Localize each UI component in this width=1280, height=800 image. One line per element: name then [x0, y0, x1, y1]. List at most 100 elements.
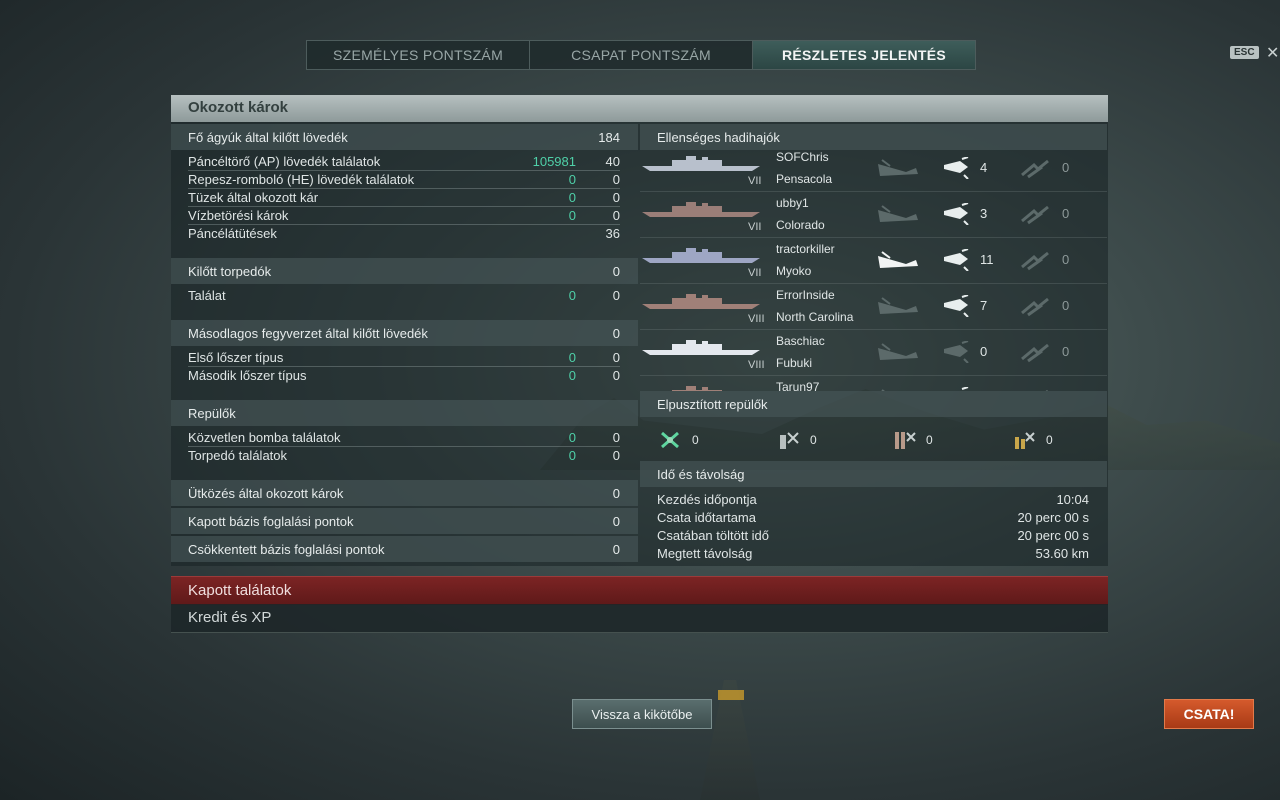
- sunk-ship-icon: [878, 251, 918, 268]
- stat-damage: 0: [568, 350, 576, 365]
- fighter-icon: [661, 431, 679, 449]
- enemy-ship-row[interactable]: Tarun97: [640, 377, 1107, 391]
- enemy-ships-title: Ellenséges hadihajók: [657, 130, 780, 145]
- fire-count: 0: [1062, 344, 1070, 359]
- close-icon[interactable]: ✕: [1266, 43, 1279, 63]
- ship-name: Colorado: [776, 218, 825, 232]
- fire-damage-icon: [1021, 159, 1049, 179]
- stat-value: 40: [605, 154, 620, 169]
- fire-count: 0: [1062, 298, 1070, 313]
- enemy-ship-row[interactable]: VIII ErrorInside North Carolina 7 0: [640, 285, 1107, 330]
- stat-label: Első lőszer típus: [188, 350, 284, 365]
- ship-name: Fubuki: [776, 356, 813, 370]
- stat-label: Repesz-romboló (HE) lövedék találatok: [188, 172, 415, 187]
- section-value: 0: [612, 264, 620, 279]
- stat-row: Vízbetörési károk 0 0: [171, 207, 638, 225]
- time-row: Csatában töltött idő 20 perc 00 s: [640, 527, 1107, 545]
- time-row: Megtett távolság 53.60 km: [640, 545, 1107, 563]
- fire-damage-icon: [1021, 251, 1049, 271]
- section-base-capture: Kapott bázis foglalási pontok 0: [171, 508, 638, 534]
- received-hits-section[interactable]: Kapott találatok: [171, 576, 1108, 605]
- report-tabs: SZEMÉLYES PONTSZÁM CSAPAT PONTSZÁM RÉSZL…: [306, 40, 976, 70]
- enemy-ship-row[interactable]: VII ubby1 Colorado 3 0: [640, 193, 1107, 238]
- battle-button[interactable]: CSATA!: [1164, 699, 1254, 729]
- section-value: 0: [612, 326, 620, 341]
- stat-damage: 105981: [532, 154, 576, 169]
- stat-damage: 0: [568, 368, 576, 383]
- ship-tier: VII: [748, 175, 762, 187]
- stat-row: Páncéltörő (AP) lövedék találatok 105981 4…: [171, 153, 638, 171]
- esc-key-hint[interactable]: ESC: [1230, 46, 1259, 59]
- credits-xp-label: Kredit és XP: [188, 609, 272, 626]
- ship-silhouette-icon: [642, 294, 760, 309]
- stat-row: Közvetlen bomba találatok 0 0: [171, 429, 638, 447]
- shell-hit-icon: [944, 341, 969, 363]
- stat-value: 0: [612, 350, 620, 365]
- section-value: 184: [598, 130, 620, 145]
- enemy-ships-header: Ellenséges hadihajók: [640, 124, 1107, 150]
- enemy-ship-row[interactable]: VIII Baschiac Fubuki 0 0: [640, 331, 1107, 376]
- stat-label: Második lőszer típus: [188, 368, 307, 383]
- time-value: 10:04: [1056, 492, 1089, 507]
- fire-damage-icon: [1021, 297, 1049, 317]
- section-ramming: Ütközés által okozott károk 0: [171, 480, 638, 506]
- received-hits-label: Kapott találatok: [188, 582, 292, 599]
- tab-personal-score[interactable]: SZEMÉLYES PONTSZÁM: [307, 41, 530, 69]
- time-value: 53.60 km: [1035, 546, 1089, 561]
- stat-damage: 0: [568, 190, 576, 205]
- time-label: Megtett távolság: [657, 546, 753, 561]
- sunk-ship-icon: [878, 205, 918, 222]
- player-name: Baschiac: [776, 334, 825, 348]
- back-to-port-button[interactable]: Vissza a kikötőbe: [572, 699, 712, 729]
- spotter-plane-icon: [1015, 432, 1035, 449]
- hit-count: 11: [980, 252, 994, 267]
- stat-label: Páncélátütések: [188, 226, 277, 241]
- tab-detailed-report[interactable]: RÉSZLETES JELENTÉS: [753, 41, 975, 69]
- section-label: Csökkentett bázis foglalási pontok: [188, 542, 385, 557]
- section-value: 0: [612, 486, 620, 501]
- shell-hit-icon: [944, 157, 969, 179]
- stat-damage: 0: [568, 430, 576, 445]
- stat-label: Tüzek által okozott kár: [188, 190, 319, 205]
- time-value: 20 perc 00 s: [1017, 528, 1089, 543]
- ship-tier: VIII: [748, 313, 765, 325]
- time-distance-title: Idő és távolság: [657, 467, 745, 482]
- stat-value: 0: [612, 368, 620, 383]
- plane-item: 0: [892, 429, 933, 451]
- stat-label: Közvetlen bomba találatok: [188, 430, 341, 445]
- plane-count: 0: [692, 433, 699, 447]
- section-secondary: Másodlagos fegyverzet által kilőtt löved…: [171, 320, 638, 346]
- section-label: Másodlagos fegyverzet által kilőtt löved…: [188, 326, 428, 341]
- player-name: ErrorInside: [776, 288, 835, 302]
- stat-label: Torpedó találatok: [188, 448, 288, 463]
- stat-value: 0: [612, 430, 620, 445]
- player-name: SOFChris: [776, 151, 829, 164]
- panel-header: Okozott károk: [171, 95, 1108, 122]
- ship-tier: VIII: [748, 359, 765, 371]
- stat-value: 36: [605, 226, 620, 241]
- enemy-ship-row[interactable]: VII SOFChris Pensacola 4 0: [640, 151, 1107, 192]
- background-flag: [718, 690, 744, 700]
- stat-damage: 0: [568, 172, 576, 187]
- enemy-ship-list[interactable]: VII SOFChris Pensacola 4 0 VII ubby1 Col…: [640, 151, 1107, 391]
- hit-count: 0: [980, 344, 988, 359]
- plane-item: 0: [658, 429, 699, 451]
- ship-tier: VII: [748, 221, 762, 233]
- stat-row: Tüzek által okozott kár 0 0: [171, 189, 638, 207]
- stat-damage: 0: [568, 288, 576, 303]
- sunk-ship-icon: [878, 159, 918, 176]
- enemy-ship-row[interactable]: VII tractorkiller Myoko 11 0: [640, 239, 1107, 284]
- dive-bomber-icon: [895, 432, 916, 449]
- stat-label: Vízbetörési károk: [188, 208, 289, 223]
- stat-row: Találat 0 0: [171, 287, 638, 305]
- stat-row: Második lőszer típus 0 0: [171, 367, 638, 385]
- time-distance-header: Idő és távolság: [640, 461, 1107, 487]
- ship-silhouette-icon: [642, 202, 760, 217]
- ship-name: Pensacola: [776, 172, 833, 186]
- credits-xp-section[interactable]: Kredit és XP: [171, 604, 1108, 633]
- sunk-ship-icon: [878, 297, 918, 314]
- section-label: Kapott bázis foglalási pontok: [188, 514, 354, 529]
- tab-team-score[interactable]: CSAPAT PONTSZÁM: [530, 41, 753, 69]
- section-torpedoes: Kilőtt torpedók 0: [171, 258, 638, 284]
- player-name: tractorkiller: [776, 242, 835, 256]
